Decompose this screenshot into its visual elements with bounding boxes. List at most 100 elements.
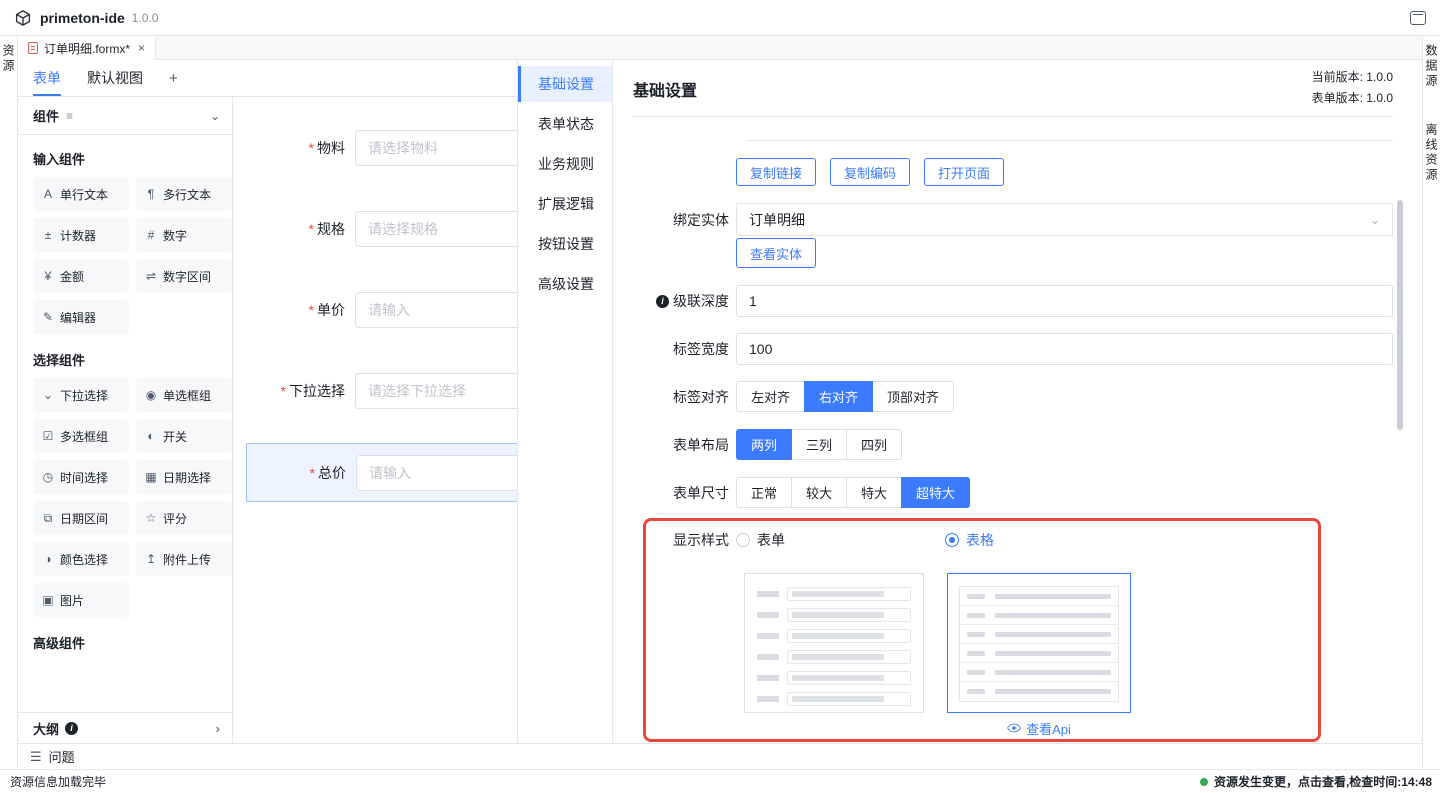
components-panel: 组件 ≡ ⌄ 输入组件 A单行文本 ¶多行文本 ±计数器 #数字 ¥金额 ⇌数字… (18, 97, 233, 743)
spec-select-input[interactable] (355, 211, 517, 247)
display-style-form-radio[interactable]: 表单 (736, 530, 785, 550)
layout-three-columns-option[interactable]: 三列 (791, 429, 847, 460)
radio-group-icon: ◉ (144, 388, 158, 402)
display-style-table-radio[interactable]: 表格 (945, 530, 994, 550)
canvas-field-unit-price[interactable]: *单价 (233, 292, 517, 328)
form-layout-row: 表单布局 两列 三列 四列 (623, 429, 1393, 460)
component-item-editor[interactable]: ✎编辑器 (33, 300, 129, 334)
component-item-radio-group[interactable]: ◉单选框组 (136, 378, 232, 412)
add-view-button[interactable]: + (169, 60, 178, 96)
form-style-preview[interactable] (744, 573, 924, 713)
component-item-file-upload[interactable]: ↥附件上传 (136, 542, 232, 576)
material-select-input[interactable] (355, 130, 517, 166)
cascade-depth-input[interactable] (736, 285, 1393, 317)
form-layout-label: 表单布局 (623, 435, 729, 455)
collapse-components-icon[interactable]: ⌄ (210, 109, 220, 123)
canvas-field-spec[interactable]: *规格 (233, 211, 517, 247)
table-style-preview-selected[interactable] (947, 573, 1131, 713)
component-label: 编辑器 (60, 309, 96, 326)
open-in-browser-icon[interactable] (1410, 11, 1426, 25)
expand-outline-icon[interactable]: › (216, 721, 220, 736)
layout-two-columns-option[interactable]: 两列 (736, 429, 792, 460)
outline-bar[interactable]: 大纲 i › (18, 712, 232, 743)
bind-entity-label: 绑定实体 (623, 210, 729, 230)
component-item-rating[interactable]: ☆评分 (136, 501, 232, 535)
tab-order-detail-formx[interactable]: 订单明细.formx* × (18, 36, 156, 60)
align-right-option[interactable]: 右对齐 (804, 381, 873, 412)
component-item-time-picker[interactable]: ◷时间选择 (33, 460, 129, 494)
settings-nav-button-settings[interactable]: 按钮设置 (518, 226, 612, 262)
component-item-date-range[interactable]: ⧉日期区间 (33, 501, 129, 535)
multi-line-text-icon: ¶ (144, 187, 158, 201)
canvas-field-dropdown[interactable]: *下拉选择 (233, 373, 517, 409)
unit-price-input[interactable] (355, 292, 517, 328)
file-tabbar: 订单明细.formx* × (18, 36, 1422, 60)
settings-nav-business-rules[interactable]: 业务规则 (518, 146, 612, 182)
problems-bar[interactable]: ☰ 问题 (18, 743, 1422, 769)
component-item-counter[interactable]: ±计数器 (33, 218, 129, 252)
label-width-row: 标签宽度 (623, 333, 1393, 365)
size-xlarge-option[interactable]: 特大 (846, 477, 902, 508)
settings-header: 基础设置 当前版本: 1.0.0 表单版本: 1.0.0 (633, 60, 1393, 117)
component-item-dropdown-select[interactable]: ⌄下拉选择 (33, 378, 129, 412)
counter-icon: ± (41, 228, 55, 242)
view-entity-button[interactable]: 查看实体 (736, 238, 816, 268)
outline-info-icon: i (65, 722, 78, 735)
component-item-number-range[interactable]: ⇌数字区间 (136, 259, 232, 293)
bind-entity-select[interactable]: 订单明细 ⌄ (736, 203, 1393, 236)
component-label: 颜色选择 (60, 551, 108, 568)
component-item-image[interactable]: ▣图片 (33, 583, 129, 617)
label-width-input[interactable] (736, 333, 1393, 365)
dropdown-select-input[interactable] (355, 373, 517, 409)
resources-panel-toggle[interactable]: 资源 (0, 44, 17, 769)
form-size-row: 表单尺寸 正常 较大 特大 超特大 (623, 477, 1393, 508)
settings-nav-form-state[interactable]: 表单状态 (518, 106, 612, 142)
number-icon: # (144, 228, 158, 242)
component-label: 开关 (163, 428, 187, 445)
canvas-field-total-price[interactable]: *总价 (247, 455, 517, 491)
component-item-number[interactable]: #数字 (136, 218, 232, 252)
field-label: *下拉选择 (233, 381, 355, 401)
component-item-checkbox-group[interactable]: ☑多选框组 (33, 419, 129, 453)
left-dock-strip: 资源 (0, 36, 18, 769)
field-label: *总价 (247, 463, 356, 483)
view-api-link[interactable]: 查看Api (947, 719, 1131, 738)
component-item-single-line-text[interactable]: A单行文本 (33, 177, 129, 211)
component-label: 日期区间 (60, 510, 108, 527)
components-header-title: 组件 (33, 106, 59, 125)
settings-scrollbar-thumb[interactable] (1397, 200, 1403, 430)
form-canvas: *物料 *规格 *单价 *下拉选择 *总价 (233, 97, 517, 743)
view-tab-default-view[interactable]: 默认视图 (87, 60, 143, 96)
settings-nav-advanced[interactable]: 高级设置 (518, 266, 612, 302)
offline-resources-panel-toggle[interactable]: 离线资源 (1423, 123, 1440, 183)
settings-nav-extension-logic[interactable]: 扩展逻辑 (518, 186, 612, 222)
size-normal-option[interactable]: 正常 (736, 477, 792, 508)
size-large-option[interactable]: 较大 (791, 477, 847, 508)
component-label: 金额 (60, 268, 84, 285)
input-components-grid: A单行文本 ¶多行文本 ±计数器 #数字 ¥金额 ⇌数字区间 ✎编辑器 (33, 177, 232, 334)
canvas-field-material[interactable]: *物料 (233, 130, 517, 166)
view-tab-form[interactable]: 表单 (33, 60, 61, 96)
component-item-date-picker[interactable]: ▦日期选择 (136, 460, 232, 494)
copy-link-button[interactable]: 复制链接 (736, 158, 816, 186)
cascade-depth-label: i 级联深度 (623, 291, 729, 311)
align-left-option[interactable]: 左对齐 (736, 381, 805, 412)
align-top-option[interactable]: 顶部对齐 (872, 381, 954, 412)
copy-code-button[interactable]: 复制编码 (830, 158, 910, 186)
component-item-color-picker[interactable]: ◑颜色选择 (33, 542, 129, 576)
form-version: 表单版本: 1.0.0 (1312, 88, 1393, 109)
settings-nav-basic[interactable]: 基础设置 (518, 66, 612, 102)
component-item-switch[interactable]: ◐开关 (136, 419, 232, 453)
total-price-input[interactable] (356, 455, 517, 491)
resource-change-notice[interactable]: 资源发生变更，点击查看,检查时间:14:48 (1200, 773, 1432, 790)
settings-nav: 基础设置 表单状态 业务规则 扩展逻辑 按钮设置 高级设置 (517, 60, 612, 743)
close-tab-icon[interactable]: × (138, 41, 145, 55)
component-item-multi-line-text[interactable]: ¶多行文本 (136, 177, 232, 211)
component-label: 评分 (163, 510, 187, 527)
open-page-button[interactable]: 打开页面 (924, 158, 1004, 186)
component-item-amount[interactable]: ¥金额 (33, 259, 129, 293)
canvas-field-total-price-selected[interactable]: *总价 (246, 443, 517, 502)
datasource-panel-toggle[interactable]: 数据源 (1423, 44, 1440, 89)
layout-four-columns-option[interactable]: 四列 (846, 429, 902, 460)
size-xxlarge-option[interactable]: 超特大 (901, 477, 970, 508)
